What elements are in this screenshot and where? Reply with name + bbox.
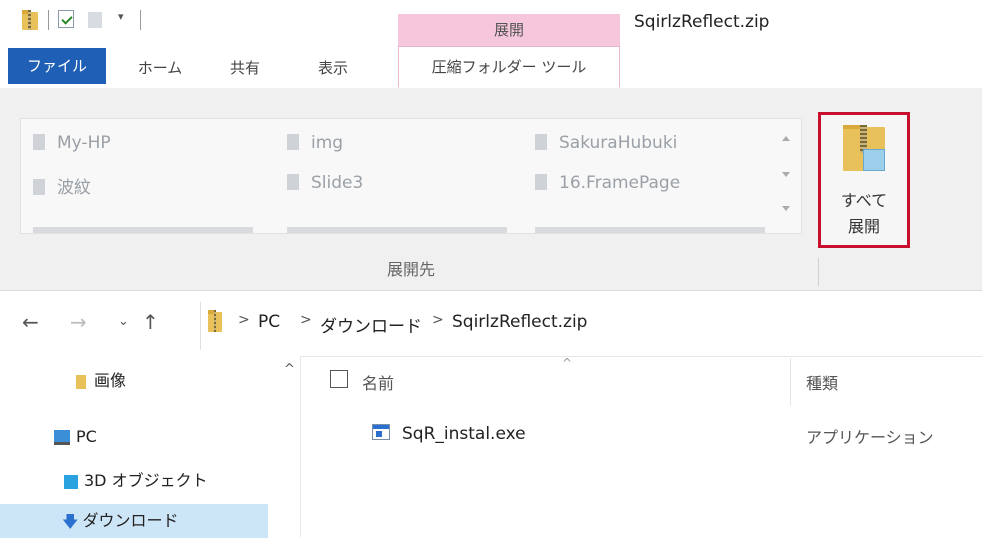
destination-item[interactable]: img xyxy=(287,133,343,153)
destination-item[interactable]: My-HP xyxy=(33,133,111,153)
navigation-pane: 画像 PC 3D オブジェクト 🡇 ダウンロード xyxy=(0,356,301,538)
extract-destination-gallery: My-HP img SakuraHubuki 波紋 Slide3 16.Fram… xyxy=(20,118,802,234)
computer-icon xyxy=(54,430,70,445)
3d-objects-icon xyxy=(64,474,78,489)
gallery-scroll-buttons xyxy=(772,120,798,232)
folder-icon xyxy=(287,134,299,150)
tab-file[interactable]: ファイル xyxy=(8,48,106,84)
tab-compressed-folder-tools[interactable]: 圧縮フォルダー ツール xyxy=(398,46,620,88)
download-arrow-icon: 🡇 xyxy=(62,511,79,531)
up-arrow-icon[interactable]: ↑ xyxy=(142,310,159,334)
folder-icon xyxy=(33,179,45,195)
column-header-row xyxy=(300,356,982,406)
zip-folder-icon xyxy=(208,310,222,332)
destination-item[interactable]: 波紋 xyxy=(33,173,91,198)
destination-item[interactable]: 16.FramePage xyxy=(535,173,680,193)
new-folder-icon[interactable] xyxy=(88,12,102,28)
destination-item[interactable]: SakuraHubuki xyxy=(535,133,677,153)
divider xyxy=(818,258,819,286)
breadcrumb-downloads[interactable]: ダウンロード xyxy=(320,312,422,337)
extract-all-icon xyxy=(843,125,885,171)
destination-item[interactable]: Slide3 xyxy=(287,173,363,193)
gallery-more-icon[interactable] xyxy=(782,206,790,211)
extract-all-label-2: 展開 xyxy=(847,217,880,236)
context-tab-group: 展開 xyxy=(398,14,620,46)
divider xyxy=(48,10,49,30)
recent-locations-icon[interactable]: ⌄ xyxy=(118,314,129,329)
window-title: SqirlzReflect.zip xyxy=(634,12,770,32)
breadcrumb-separator-icon[interactable]: > xyxy=(238,312,250,328)
application-icon xyxy=(372,424,390,440)
nav-item-pictures[interactable]: 画像 xyxy=(0,364,268,398)
divider xyxy=(790,358,791,406)
divider xyxy=(140,10,141,30)
extract-all-label-1: すべて xyxy=(840,191,888,210)
tab-view[interactable]: 表示 xyxy=(290,48,376,88)
select-all-checkbox[interactable] xyxy=(330,370,348,388)
nav-item-downloads[interactable]: 🡇 ダウンロード xyxy=(0,504,268,538)
breadcrumb-separator-icon[interactable]: > xyxy=(300,312,312,328)
tab-home[interactable]: ホーム xyxy=(120,48,200,88)
breadcrumb-pc[interactable]: PC xyxy=(258,312,280,332)
address-bar[interactable] xyxy=(200,302,982,350)
nav-item-3d-objects[interactable]: 3D オブジェクト xyxy=(0,464,268,498)
ribbon-group-label: 展開先 xyxy=(386,260,435,279)
file-name[interactable]: SqR_instal.exe xyxy=(402,424,526,444)
pictures-folder-icon xyxy=(76,374,86,389)
properties-icon[interactable] xyxy=(58,10,74,28)
file-type: アプリケーション xyxy=(806,428,934,447)
back-arrow-icon[interactable]: ← xyxy=(22,310,39,334)
column-header-name[interactable]: 名前 xyxy=(362,370,394,394)
context-tab-group-label: 展開 xyxy=(493,21,524,39)
customize-qat-icon[interactable]: ▾ xyxy=(118,10,124,23)
folder-icon xyxy=(535,174,547,190)
zip-folder-icon xyxy=(22,10,38,30)
chevron-up-icon[interactable]: ^ xyxy=(284,362,295,377)
breadcrumb-separator-icon[interactable]: > xyxy=(432,312,444,328)
sort-ascending-icon: ^ xyxy=(562,356,573,370)
breadcrumb-zip[interactable]: SqirlzReflect.zip xyxy=(452,312,587,332)
scroll-up-icon[interactable] xyxy=(782,136,790,141)
folder-icon xyxy=(33,134,45,150)
folder-icon xyxy=(287,174,299,190)
extract-all-button[interactable]: すべて 展開 xyxy=(818,112,910,248)
scroll-down-icon[interactable] xyxy=(782,172,790,177)
tab-share[interactable]: 共有 xyxy=(214,48,276,88)
destination-row-partial xyxy=(33,219,773,233)
forward-arrow-icon[interactable]: → xyxy=(70,310,87,334)
column-header-type[interactable]: 種類 xyxy=(806,370,838,394)
nav-item-pc[interactable]: PC xyxy=(0,420,268,454)
folder-icon xyxy=(535,134,547,150)
